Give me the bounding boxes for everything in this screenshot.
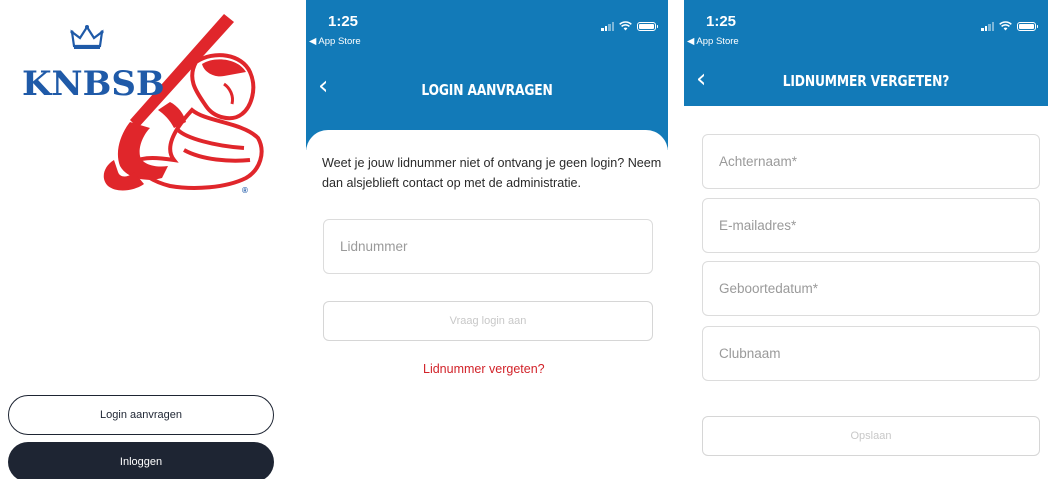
status-time: 1:25: [706, 13, 737, 30]
save-button[interactable]: Opslaan: [702, 416, 1040, 456]
knbsb-logo: KNBSB ®: [14, 10, 264, 200]
wifi-icon: [999, 21, 1012, 31]
logo-text: KNBSB: [22, 64, 165, 104]
signal-icon: [601, 21, 614, 31]
lastname-input[interactable]: Achternaam*: [702, 134, 1040, 189]
status-icons: [601, 21, 658, 31]
header-bar: 1:25 ◀ App Store ‹ LOGIN AANVRAGEN: [306, 0, 668, 150]
request-login-submit-button[interactable]: Vraag login aan: [323, 301, 653, 341]
battery-icon: [1017, 21, 1038, 31]
birthdate-input[interactable]: Geboortedatum*: [702, 261, 1040, 316]
back-chevron-icon[interactable]: ‹: [318, 73, 328, 99]
registered-mark: ®: [242, 186, 248, 195]
request-login-screen: 1:25 ◀ App Store ‹ LOGIN AANVRAGEN Weet …: [306, 0, 668, 479]
page-title: LIDNUMMER VERGETEN?: [782, 72, 950, 90]
lastname-placeholder: Achternaam*: [719, 154, 798, 169]
page-title: LOGIN AANVRAGEN: [421, 81, 553, 99]
clubname-input[interactable]: Clubnaam: [702, 326, 1040, 381]
clubname-placeholder: Clubnaam: [719, 346, 781, 361]
member-number-input[interactable]: Lidnummer: [323, 219, 653, 274]
birthdate-placeholder: Geboortedatum*: [719, 281, 819, 296]
header-bar: 1:25 ◀ App Store ‹ LIDNUMMER VERGETEN?: [684, 0, 1048, 106]
login-button[interactable]: Inloggen: [8, 442, 274, 479]
member-number-placeholder: Lidnummer: [340, 239, 408, 254]
forgot-member-number-screen: 1:25 ◀ App Store ‹ LIDNUMMER VERGETEN? A…: [684, 0, 1048, 479]
intro-text: Weet je jouw lidnummer niet of ontvang j…: [322, 156, 662, 190]
request-login-button[interactable]: Login aanvragen: [8, 395, 274, 435]
battery-icon: [637, 21, 658, 31]
status-icons: [981, 21, 1038, 31]
app-store-back-link[interactable]: ◀ App Store: [687, 36, 739, 47]
status-time: 1:25: [328, 13, 359, 30]
signal-icon: [981, 21, 994, 31]
email-placeholder: E-mailadres*: [719, 218, 797, 233]
app-store-back-link[interactable]: ◀ App Store: [309, 36, 361, 47]
crown-icon: [70, 24, 104, 49]
back-chevron-icon[interactable]: ‹: [696, 66, 706, 92]
landing-screen: KNBSB ® Login aanvragen Inloggen: [0, 0, 288, 479]
email-input[interactable]: E-mailadres*: [702, 198, 1040, 253]
wifi-icon: [619, 21, 632, 31]
forgot-member-number-link[interactable]: Lidnummer vergeten?: [423, 362, 545, 376]
